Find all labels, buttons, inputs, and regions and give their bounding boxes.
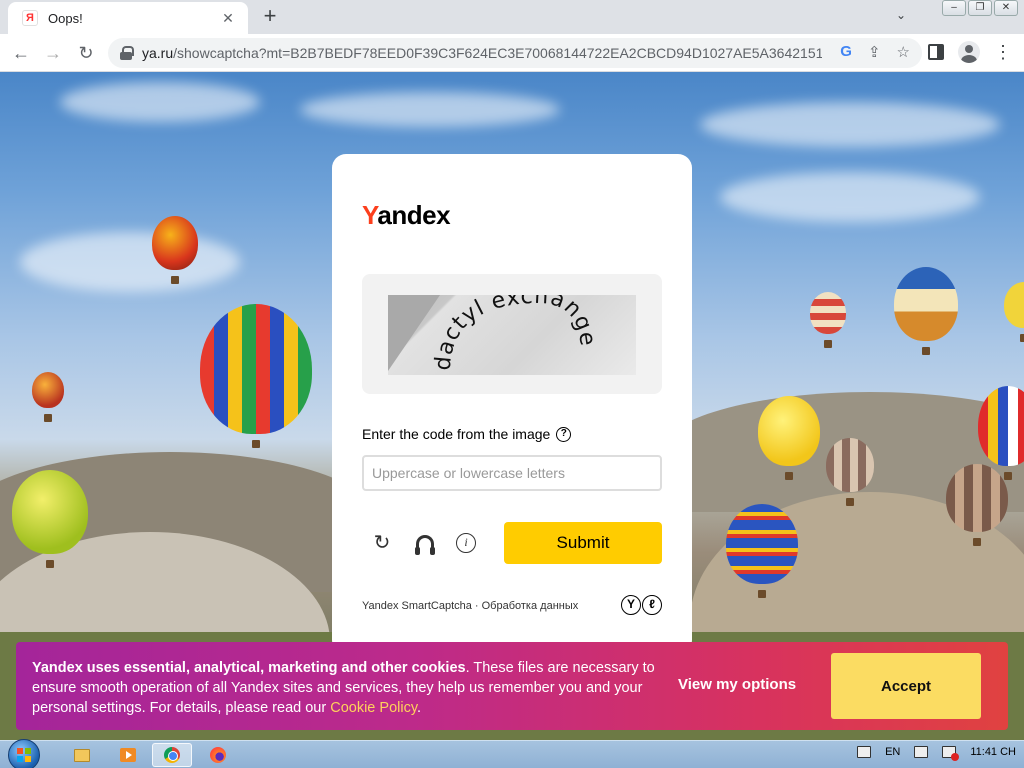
lock-icon[interactable] <box>120 46 134 60</box>
hot-air-balloon <box>758 396 820 480</box>
captcha-card: Yandex dactyl exchange Enter the code fr… <box>332 154 692 654</box>
browser-tab[interactable]: Я Oops! ✕ <box>8 2 248 34</box>
help-icon[interactable]: ? <box>556 426 572 442</box>
hot-air-balloon <box>810 292 846 348</box>
tab-close-icon[interactable]: ✕ <box>218 10 238 27</box>
profile-icon[interactable] <box>958 41 980 63</box>
smartcaptcha-footer-text[interactable]: Yandex SmartCaptcha · Обработка данных <box>362 600 578 612</box>
yandex-logo: Yandex <box>362 200 451 230</box>
page-background: Yandex dactyl exchange Enter the code fr… <box>0 72 1024 740</box>
minimize-button[interactable]: – <box>942 0 966 16</box>
hot-air-balloon <box>200 304 312 448</box>
network-icon[interactable] <box>914 746 929 758</box>
taskbar-explorer[interactable] <box>62 743 102 767</box>
new-tab-button[interactable]: + <box>258 5 282 29</box>
yandex-favicon-icon: Я <box>22 10 38 26</box>
firefox-icon <box>210 747 226 763</box>
hot-air-balloon <box>1004 282 1024 342</box>
captcha-code-input[interactable] <box>362 455 662 491</box>
hot-air-balloon <box>978 386 1024 480</box>
hot-air-balloon <box>826 438 874 506</box>
refresh-icon[interactable]: ↻ <box>370 531 394 555</box>
reload-icon[interactable]: ↻ <box>75 42 97 64</box>
captcha-text: dactyl exchange <box>431 295 599 371</box>
cloud <box>60 82 260 122</box>
accept-cookies-button[interactable]: Accept <box>831 653 981 719</box>
cookie-banner: Yandex uses essential, analytical, marke… <box>16 642 1008 730</box>
captcha-image-box: dactyl exchange <box>362 274 662 394</box>
submit-button[interactable]: Submit <box>504 522 662 564</box>
code-label: Enter the code from the image ? <box>362 426 572 442</box>
cookie-banner-text: Yandex uses essential, analytical, marke… <box>32 660 655 716</box>
restore-button[interactable]: ❐ <box>968 0 992 16</box>
system-tray: EN 11:41 CH <box>857 746 1016 761</box>
star-icon[interactable]: ☆ <box>897 43 910 61</box>
cloud <box>720 172 980 222</box>
hot-air-balloon <box>946 464 1008 546</box>
clock[interactable]: 11:41 CH <box>970 746 1016 758</box>
cloud <box>300 92 560 127</box>
back-arrow-icon[interactable]: ← <box>10 42 32 64</box>
google-g-icon[interactable]: G <box>840 43 852 61</box>
windows-taskbar: EN 11:41 CH <box>0 739 1024 768</box>
language-indicator[interactable]: EN <box>885 746 900 758</box>
view-my-options-link[interactable]: View my options <box>678 676 796 693</box>
hot-air-balloon <box>726 504 798 598</box>
hot-air-balloon <box>152 216 198 284</box>
kebab-menu-icon[interactable]: ⋮ <box>994 43 1012 61</box>
side-panel-icon[interactable] <box>928 44 944 60</box>
taskbar-media-player[interactable] <box>108 743 148 767</box>
hot-air-balloon <box>32 372 64 422</box>
captcha-image: dactyl exchange <box>388 295 636 375</box>
taskbar-chrome[interactable] <box>152 743 192 767</box>
tab-title: Oops! <box>48 10 83 26</box>
smartcaptcha-logo: Y ℓ <box>621 595 662 615</box>
svg-text:dactyl exchange: dactyl exchange <box>431 295 600 371</box>
cloud <box>700 102 1000 147</box>
smartcaptcha-logo-mark: ℓ <box>642 595 662 615</box>
info-icon[interactable]: i <box>456 533 476 553</box>
media-player-icon <box>120 748 136 762</box>
taskbar-firefox[interactable] <box>198 743 238 767</box>
hot-air-balloon <box>894 267 958 355</box>
window-controls: – ❐ ✕ <box>942 0 1018 16</box>
browser-tab-strip: Я Oops! ✕ + ⌄ – ❐ ✕ <box>0 0 1024 34</box>
address-bar[interactable]: ya.ru/showcaptcha?mt=B2B7BEDF78EED0F39C3… <box>108 38 922 68</box>
cookie-policy-link[interactable]: Cookie Policy <box>330 700 417 716</box>
close-window-button[interactable]: ✕ <box>994 0 1018 16</box>
share-icon[interactable]: ⇪ <box>868 43 881 61</box>
chrome-icon <box>164 747 180 763</box>
hot-air-balloon <box>12 470 88 568</box>
url-text[interactable]: ya.ru/showcaptcha?mt=B2B7BEDF78EED0F39C3… <box>142 45 822 61</box>
cloud <box>20 232 240 292</box>
action-center-icon[interactable] <box>857 746 872 758</box>
folder-icon <box>74 748 90 762</box>
headphones-icon[interactable] <box>415 535 435 555</box>
browser-toolbar: ← → ↻ ya.ru/showcaptcha?mt=B2B7BEDF78EED… <box>0 34 1024 72</box>
tab-search-chevron-icon[interactable]: ⌄ <box>896 8 906 22</box>
windows-start-button[interactable] <box>8 739 40 768</box>
volume-muted-icon[interactable] <box>942 746 960 761</box>
smartcaptcha-logo-y: Y <box>621 595 641 615</box>
forward-arrow-icon[interactable]: → <box>42 42 64 64</box>
